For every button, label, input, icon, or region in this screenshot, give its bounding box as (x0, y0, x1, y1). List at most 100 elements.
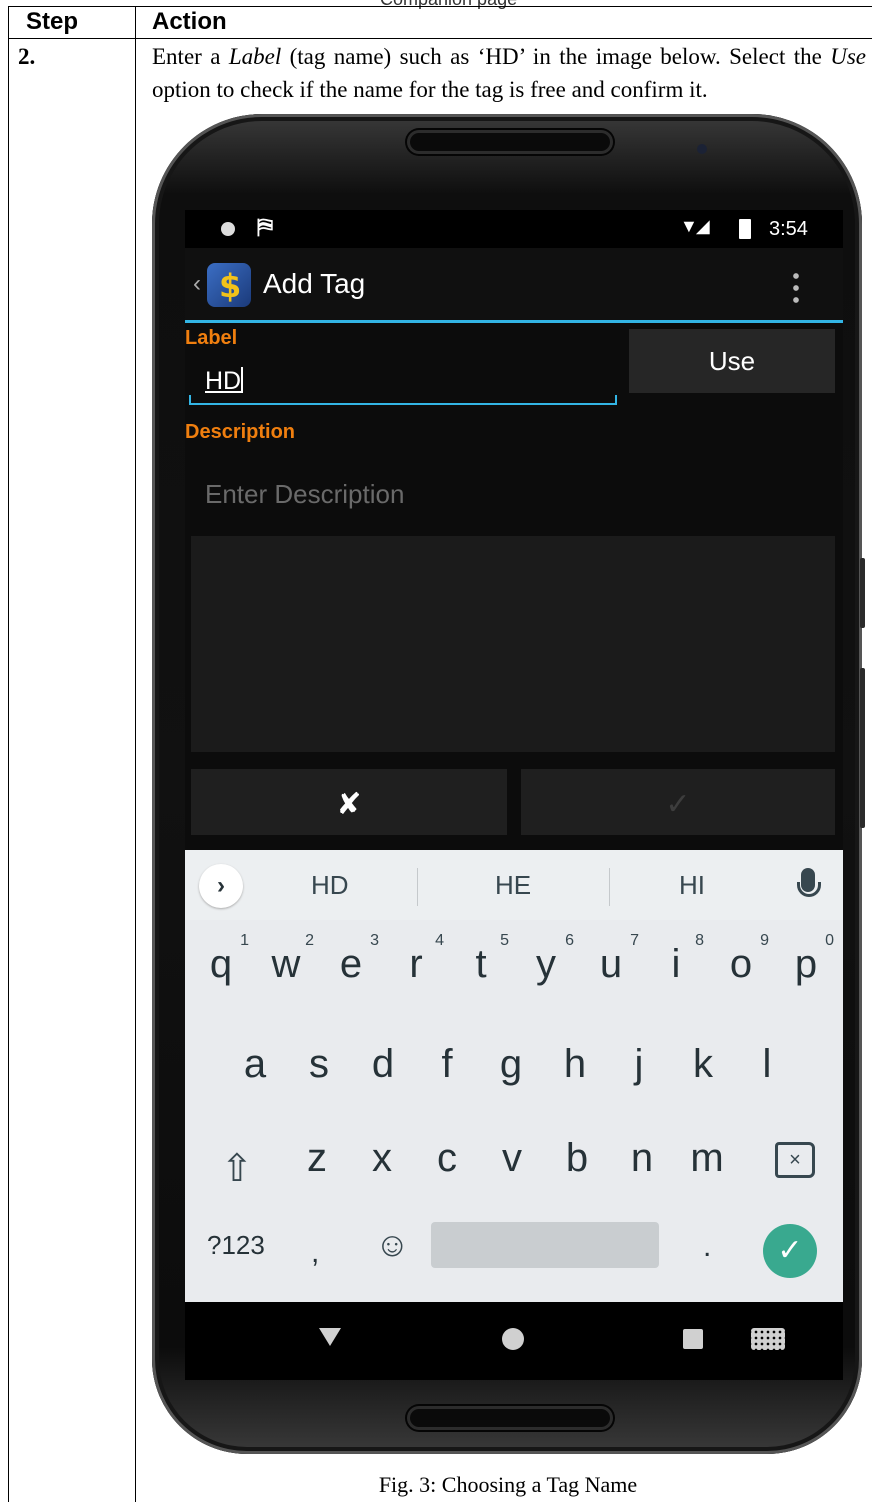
key-letter: o (729, 942, 753, 986)
instruction-use-term: Use (830, 44, 867, 69)
table-left-rule (8, 6, 9, 1502)
key-j[interactable]: j (607, 1042, 671, 1087)
key-letter: q (209, 942, 233, 986)
suggestion-2[interactable]: HE (495, 870, 531, 901)
description-heading: Description (185, 421, 296, 443)
period-key[interactable]: . (703, 1230, 711, 1264)
key-letter: w (271, 942, 301, 986)
step-instruction: Enter a Label (tag name) such as ‘HD’ in… (152, 40, 866, 106)
navigation-bar (185, 1302, 843, 1380)
back-chevron-icon[interactable]: ‹ (193, 270, 201, 298)
table-column-rule (135, 6, 136, 1502)
nav-recents-icon[interactable] (683, 1329, 703, 1349)
key-v[interactable]: v (480, 1136, 544, 1181)
key-a[interactable]: a (223, 1042, 287, 1087)
header-fragment: Companion page (380, 0, 517, 10)
key-number-hint: 8 (695, 932, 704, 949)
key-y[interactable]: y6 (514, 932, 578, 987)
enter-check-icon[interactable]: ✓ (763, 1224, 817, 1278)
app-logo-icon[interactable] (207, 263, 251, 307)
nav-back-icon[interactable] (319, 1328, 341, 1346)
key-n[interactable]: n (610, 1136, 674, 1181)
cancel-button[interactable]: ✘ (191, 769, 507, 835)
key-r[interactable]: r4 (384, 932, 448, 987)
text-caret (241, 367, 244, 393)
description-placeholder: Enter Description (205, 479, 405, 509)
wifi-signal-icon: ▼◢ (680, 216, 710, 236)
key-letter: p (794, 942, 818, 986)
key-u[interactable]: u7 (579, 932, 643, 987)
overflow-menu-icon[interactable] (793, 270, 799, 304)
comma-key[interactable]: , (311, 1236, 319, 1270)
shift-key-icon[interactable]: ⇧ (221, 1146, 253, 1191)
label-input[interactable]: HD (189, 359, 617, 405)
key-q[interactable]: q1 (189, 932, 253, 987)
label-input-value: HD (205, 367, 244, 396)
status-time: 3:54 (769, 218, 808, 240)
top-speaker (407, 130, 613, 154)
nav-home-icon[interactable] (502, 1328, 524, 1350)
symbols-key[interactable]: ?123 (207, 1230, 265, 1261)
key-g[interactable]: g (479, 1042, 543, 1087)
key-o[interactable]: o9 (709, 932, 773, 987)
key-b[interactable]: b (545, 1136, 609, 1181)
description-area[interactable] (191, 536, 835, 752)
key-letter: r (409, 942, 423, 986)
instruction-text-2: (tag name) such as ‘HD’ in the image bel… (281, 44, 831, 69)
description-input[interactable]: Enter Description (185, 463, 843, 525)
front-camera (697, 144, 707, 154)
space-key[interactable] (431, 1222, 659, 1268)
phone-frame: ⛿ ▼◢ 3:54 ‹ Add Tag Label HD Use Descrip… (152, 114, 865, 1454)
label-heading: Label (185, 327, 238, 349)
soft-keyboard: › HD HE HI q1w2e3r4t5y6u7i8o9p0 asdfghjk… (185, 850, 843, 1302)
key-e[interactable]: e3 (319, 932, 383, 987)
key-d[interactable]: d (351, 1042, 415, 1087)
table-header-rule (8, 38, 872, 39)
column-header-action: Action (152, 8, 227, 35)
key-number-hint: 0 (825, 932, 834, 949)
key-s[interactable]: s (287, 1042, 351, 1087)
microphone-icon[interactable] (797, 868, 821, 897)
key-k[interactable]: k (671, 1042, 735, 1087)
key-p[interactable]: p0 (774, 932, 838, 987)
key-x[interactable]: x (350, 1136, 414, 1181)
keyboard-switch-icon[interactable] (751, 1328, 785, 1350)
step-number: 2. (18, 44, 36, 69)
key-i[interactable]: i8 (644, 932, 708, 987)
instruction-text-1: Enter a (152, 44, 229, 69)
key-number-hint: 9 (760, 932, 769, 949)
notification-dot-icon (221, 222, 235, 236)
notification-flag-icon: ⛿ (257, 214, 273, 239)
suggestion-strip: › HD HE HI (185, 850, 843, 920)
phone-screen: ⛿ ▼◢ 3:54 ‹ Add Tag Label HD Use Descrip… (185, 210, 843, 1380)
key-h[interactable]: h (543, 1042, 607, 1087)
backspace-key-icon[interactable]: × (775, 1142, 815, 1178)
key-number-hint: 5 (500, 932, 509, 949)
key-letter: y (536, 942, 556, 986)
key-l[interactable]: l (735, 1042, 799, 1087)
label-value-text: HD (205, 367, 242, 395)
column-header-step: Step (26, 8, 79, 35)
key-c[interactable]: c (415, 1136, 479, 1181)
confirm-button[interactable]: ✓ (521, 769, 835, 835)
key-letter: t (475, 942, 487, 986)
document-page: Companion page Step Action 2. Enter a La… (0, 0, 872, 1502)
emoji-key-icon[interactable]: ☺ (375, 1226, 410, 1265)
expand-suggestions-button[interactable]: › (199, 864, 243, 908)
key-f[interactable]: f (415, 1042, 479, 1087)
suggestion-divider (609, 868, 610, 906)
suggestion-3[interactable]: HI (679, 870, 705, 901)
key-m[interactable]: m (675, 1136, 739, 1181)
key-number-hint: 7 (630, 932, 639, 949)
suggestion-1[interactable]: HD (311, 870, 349, 901)
use-button[interactable]: Use (629, 329, 835, 393)
key-z[interactable]: z (285, 1136, 349, 1181)
key-t[interactable]: t5 (449, 932, 513, 987)
screen-title: Add Tag (263, 268, 366, 299)
action-bar: ‹ Add Tag (185, 248, 843, 323)
volume-button (860, 558, 865, 628)
key-number-hint: 4 (435, 932, 444, 949)
battery-icon (739, 219, 751, 239)
key-number-hint: 3 (370, 932, 379, 949)
key-w[interactable]: w2 (254, 932, 318, 987)
